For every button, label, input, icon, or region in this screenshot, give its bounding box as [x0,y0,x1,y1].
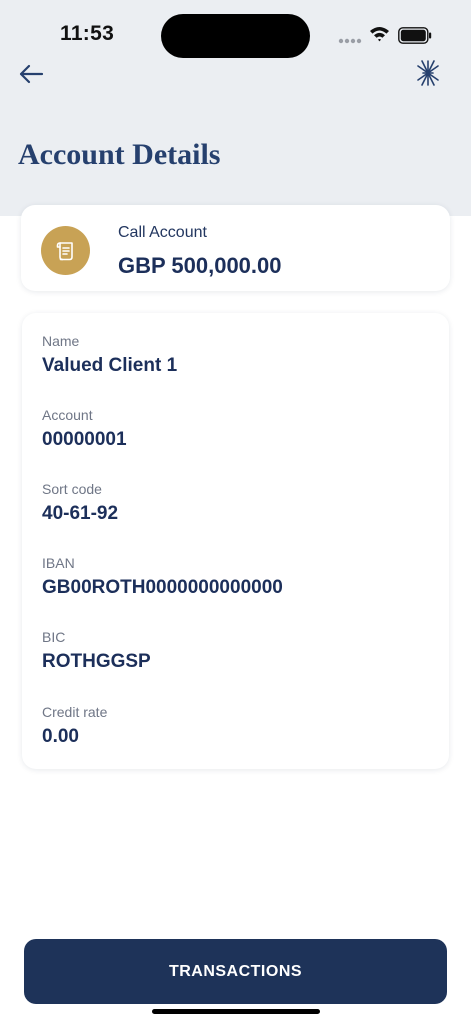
detail-value: Valued Client 1 [42,355,178,376]
detail-label: Name [42,333,80,349]
detail-value: 0.00 [42,726,79,747]
account-details-card: Name Valued Client 1 Account 00000001 So… [22,313,449,769]
detail-iban: IBAN GB00ROTH0000000000000 [42,555,283,599]
page-title: Account Details [18,138,221,171]
detail-label: Account [42,407,93,423]
detail-credit-rate: Credit rate 0.00 [42,704,107,748]
status-time: 11:53 [60,22,115,45]
starburst-logo-icon [417,60,439,86]
detail-label: Sort code [42,481,102,497]
account-icon-badge [41,226,90,275]
account-type: Call Account [118,224,207,241]
detail-name: Name Valued Client 1 [42,333,177,377]
detail-bic: BIC ROTHGGSP [42,629,151,673]
detail-label: BIC [42,629,66,645]
home-indicator [152,1009,320,1014]
detail-account: Account 00000001 [42,407,127,451]
detail-value: 40-61-92 [42,503,119,524]
wifi-icon [370,27,389,42]
account-balance: GBP 500,000.00 [118,253,282,278]
detail-value: ROTHGGSP [42,651,151,672]
detail-sort-code: Sort code 40-61-92 [42,481,118,525]
detail-label: Credit rate [42,704,108,720]
detail-value: GB00ROTH0000000000000 [42,577,283,598]
dynamic-island [161,14,310,58]
status-bar: 11:53 [0,0,471,64]
signal-icon [338,38,362,44]
battery-icon [398,27,432,44]
transactions-button[interactable]: TRANSACTIONS [24,939,447,1004]
arrow-left-icon [19,64,44,84]
scroll-icon [56,241,73,260]
detail-label: IBAN [42,555,75,571]
back-button[interactable] [16,60,46,88]
account-summary-card: Call Account GBP 500,000.00 [21,205,450,291]
detail-value: 00000001 [42,429,127,450]
